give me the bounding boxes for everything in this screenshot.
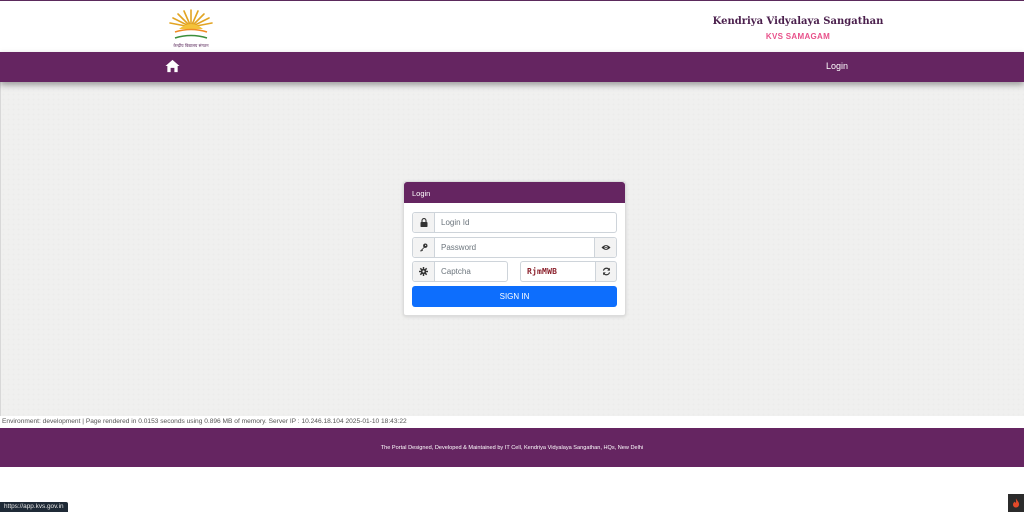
- sign-in-button[interactable]: SIGN IN: [412, 286, 617, 307]
- captcha-input[interactable]: [435, 262, 507, 281]
- lock-icon: [413, 213, 435, 232]
- site-header: केन्द्रीय विद्यालय संगठन Kendriya Vidyal…: [0, 0, 1024, 52]
- logo-caption: केन्द्रीय विद्यालय संगठन: [173, 43, 209, 48]
- refresh-icon[interactable]: [595, 261, 617, 282]
- org-title: Kendriya Vidyalaya Sangathan: [712, 16, 884, 27]
- footer-text: The Portal Designed, Developed & Maintai…: [380, 445, 644, 451]
- captcha-image: RjmMWB: [520, 261, 595, 282]
- captcha-group: [412, 261, 508, 282]
- login-card-title: Login: [404, 182, 625, 203]
- kvs-sun-logo-icon: केन्द्रीय विद्यालय संगठन: [169, 9, 213, 48]
- top-navbar: Login: [0, 52, 1024, 82]
- login-id-group: [412, 212, 617, 233]
- password-group: [412, 237, 617, 258]
- eye-icon[interactable]: [594, 238, 616, 257]
- status-bar-url: https://app.kvs.gov.in: [0, 502, 68, 512]
- environment-info: Environment: development | Page rendered…: [2, 418, 407, 425]
- home-icon[interactable]: [165, 59, 180, 73]
- login-id-input[interactable]: [435, 213, 616, 232]
- site-footer: The Portal Designed, Developed & Maintai…: [0, 428, 1024, 467]
- flame-icon[interactable]: [1008, 494, 1024, 512]
- nav-login-link[interactable]: Login: [826, 61, 848, 71]
- gear-icon: [413, 262, 435, 281]
- key-icon: [413, 238, 435, 257]
- org-subtitle: KVS SAMAGAM: [765, 32, 831, 41]
- password-input[interactable]: [435, 238, 594, 257]
